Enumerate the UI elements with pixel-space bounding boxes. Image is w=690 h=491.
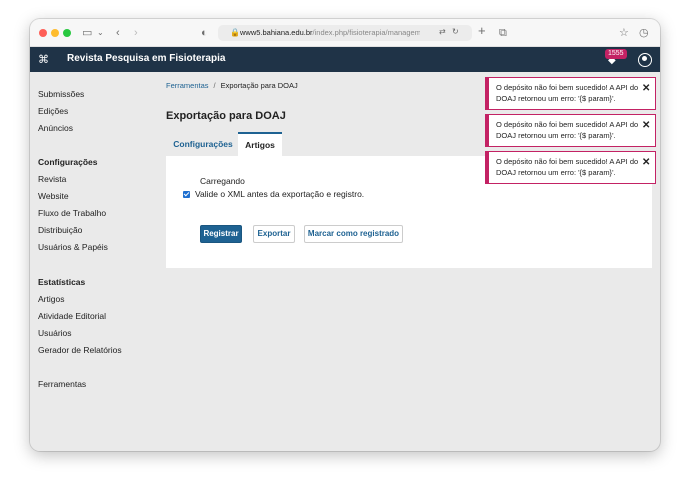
mark-registered-button[interactable]: Marcar como registrado [304, 225, 403, 243]
tabs-overview-icon[interactable]: ⧉ [499, 26, 507, 40]
sidebar-item-distribuicao[interactable]: Distribuição [38, 225, 82, 236]
close-icon[interactable]: ✕ [642, 83, 650, 94]
sidebar: Submissões Edições Anúncios Configuraçõe… [30, 72, 160, 451]
reload-icon[interactable]: ↻ [452, 27, 459, 36]
notification-message: O depósito não foi bem sucedido! A API d… [496, 83, 639, 103]
tab-configuracoes[interactable]: Configurações [168, 132, 238, 156]
sidebar-item-anuncios[interactable]: Anúncios [38, 123, 73, 134]
app-header: ⌘ Revista Pesquisa em Fisioterapia ◆ 155… [30, 47, 660, 72]
sidebar-item-atividade-editorial[interactable]: Atividade Editorial [38, 311, 106, 322]
sitemap-icon[interactable]: ⌘ [38, 53, 49, 66]
close-window-button[interactable] [39, 29, 47, 37]
sidebar-item-submissoes[interactable]: Submissões [38, 89, 84, 100]
error-notification: O depósito não foi bem sucedido! A API d… [485, 77, 656, 110]
sidebar-item-usuarios-papeis[interactable]: Usuários & Papéis [38, 242, 108, 253]
sidebar-heading-configuracoes[interactable]: Configurações [38, 157, 98, 168]
notification-badge[interactable]: 1555 [605, 49, 627, 59]
breadcrumb: Ferramentas / Exportação para DOAJ [166, 81, 298, 91]
url-text: www5.bahiana.edu.br/index.php/fisioterap… [240, 28, 420, 37]
chevron-down-icon[interactable]: ⌄ [97, 26, 104, 40]
user-avatar-icon[interactable] [638, 53, 652, 67]
close-icon[interactable]: ✕ [642, 157, 650, 168]
error-notification: O depósito não foi bem sucedido! A API d… [485, 114, 656, 147]
browser-toolbar: ▭ ⌄ ‹ › ◐ 🔒 www5.bahiana.edu.br/index.ph… [30, 19, 660, 47]
register-button[interactable]: Registrar [200, 225, 242, 243]
forward-icon[interactable]: › [134, 26, 138, 40]
sidebar-item-edicoes[interactable]: Edições [38, 106, 68, 117]
sidebar-item-website[interactable]: Website [38, 191, 69, 202]
sidebar-heading-estatisticas[interactable]: Estatísticas [38, 277, 85, 288]
sidebar-item-gerador-relatorios[interactable]: Gerador de Relatórios [38, 345, 122, 356]
minimize-window-button[interactable] [51, 29, 59, 37]
export-button[interactable]: Exportar [253, 225, 295, 243]
journal-title[interactable]: Revista Pesquisa em Fisioterapia [67, 53, 225, 64]
lock-icon: 🔒 [230, 28, 240, 37]
sidebar-item-fluxo[interactable]: Fluxo de Trabalho [38, 208, 106, 219]
sidebar-toggle-icon[interactable]: ▭ [82, 26, 92, 40]
sidebar-item-revista[interactable]: Revista [38, 174, 66, 185]
validate-xml-label[interactable]: Valide o XML antes da exportação e regis… [195, 189, 364, 199]
breadcrumb-link-ferramentas[interactable]: Ferramentas [166, 81, 209, 90]
new-tab-icon[interactable]: + [478, 24, 486, 38]
breadcrumb-separator: / [213, 81, 216, 90]
maximize-window-button[interactable] [63, 29, 71, 37]
notification-message: O depósito não foi bem sucedido! A API d… [496, 157, 639, 177]
sidebar-item-artigos[interactable]: Artigos [38, 294, 64, 305]
translate-icon[interactable]: ⇄ [439, 27, 446, 36]
history-icon[interactable]: ◷ [639, 26, 649, 40]
back-icon[interactable]: ‹ [116, 26, 120, 40]
page-title: Exportação para DOAJ [166, 110, 286, 122]
sidebar-item-ferramentas[interactable]: Ferramentas [38, 379, 86, 390]
sidebar-item-usuarios[interactable]: Usuários [38, 328, 72, 339]
browser-window: ▭ ⌄ ‹ › ◐ 🔒 www5.bahiana.edu.br/index.ph… [30, 19, 660, 451]
breadcrumb-current: Exportação para DOAJ [220, 81, 298, 90]
notification-message: O depósito não foi bem sucedido! A API d… [496, 120, 639, 140]
error-notification: O depósito não foi bem sucedido! A API d… [485, 151, 656, 184]
address-bar[interactable]: 🔒 www5.bahiana.edu.br/index.php/fisioter… [218, 25, 472, 41]
validate-xml-checkbox[interactable] [183, 191, 190, 198]
shield-icon[interactable]: ◐ [201, 26, 208, 40]
tab-artigos[interactable]: Artigos [238, 132, 282, 156]
loading-text: Carregando [200, 176, 245, 186]
close-icon[interactable]: ✕ [642, 120, 650, 131]
bookmark-star-icon[interactable]: ☆ [619, 26, 629, 40]
